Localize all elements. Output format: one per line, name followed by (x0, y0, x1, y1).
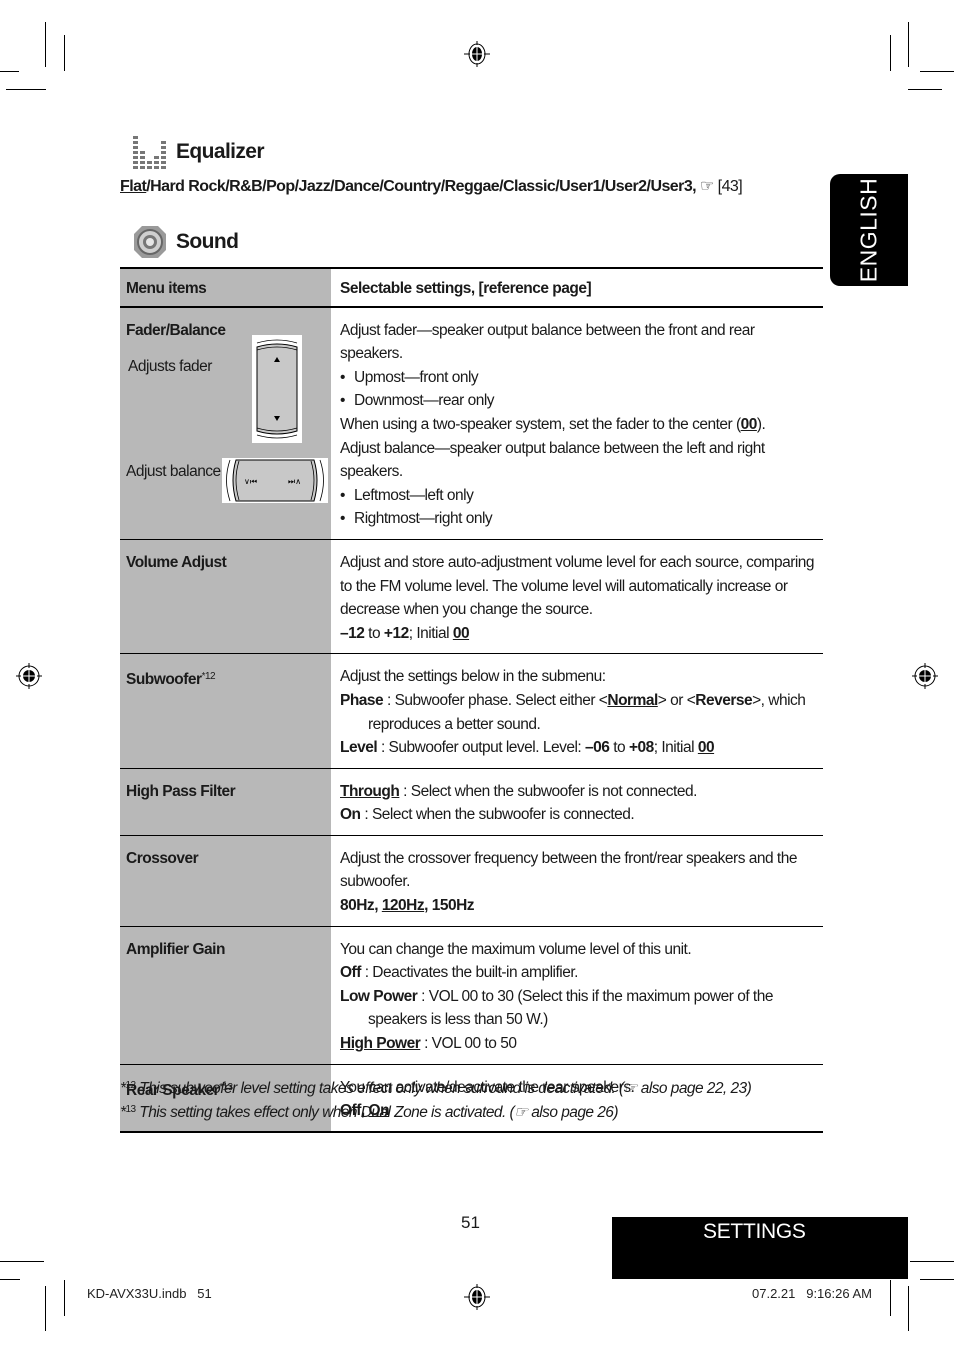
header-menu-items: Menu items (120, 267, 331, 308)
equalizer-bars-icon (133, 136, 166, 169)
menu-item-name: Volume Adjust (120, 539, 331, 655)
file-slug: KD-AVX33U.indb 51 (87, 1286, 212, 1301)
fader-description: Adjust fader—speaker output balance betw… (340, 321, 755, 363)
crop-mark (890, 35, 891, 71)
section-tab: SETTINGS (612, 1217, 908, 1279)
registration-mark-icon (464, 41, 490, 67)
registration-mark-icon (464, 1284, 490, 1310)
eq-option: User3 (650, 178, 693, 195)
page-number: 51 (461, 1213, 480, 1232)
eq-option: Hard Rock (150, 178, 226, 195)
adjusts-fader-label: Adjusts fader (128, 357, 212, 375)
crop-mark (920, 71, 954, 72)
registration-mark-icon (912, 663, 938, 689)
crop-mark (920, 1279, 954, 1280)
reference-pointer-icon: ☞ (699, 178, 714, 195)
language-tab: ENGLISH (830, 174, 908, 286)
menu-item-name: Amplifier Gain (120, 926, 331, 1065)
default-value: 00 (452, 624, 470, 642)
crop-mark (0, 1279, 20, 1280)
crop-mark (908, 1286, 909, 1331)
eq-option: Flat (120, 178, 147, 195)
crossover-options: 80Hz, 120Hz, 150Hz (340, 897, 475, 915)
footnote-ref: *12 (201, 671, 216, 683)
crop-mark (64, 35, 65, 71)
language-tab-label: ENGLISH (855, 177, 882, 283)
crop-mark (0, 71, 19, 72)
table-row-volume-adjust: Volume Adjust Adjust and store auto-adju… (120, 539, 823, 655)
off-option: Off : Deactivates the built-in amplifier… (340, 964, 578, 982)
menu-item-name: Subwoofer (126, 671, 202, 689)
default-value: Normal (607, 691, 658, 709)
default-value: 00 (740, 415, 758, 433)
footnote-12: *12 This subwoofer level setting takes e… (120, 1080, 752, 1097)
crop-mark (910, 1261, 954, 1262)
list-item: Rightmost—right only (340, 507, 815, 531)
speaker-icon (134, 226, 166, 258)
volume-description: Adjust and store auto-adjustment volume … (340, 553, 815, 619)
table-row-crossover: Crossover Adjust the crossover frequency… (120, 835, 823, 927)
eq-option: Reggae (444, 178, 500, 195)
crop-mark (908, 22, 909, 67)
two-speaker-note: When using a two-speaker system, set the… (340, 415, 766, 433)
volume-range: –12 to +12; Initial 00 (340, 624, 470, 642)
eq-option: Dance (334, 178, 380, 195)
eq-option: Pop (266, 178, 295, 195)
list-item: Downmost—rear only (340, 389, 815, 413)
amplifier-intro: You can change the maximum volume level … (340, 940, 692, 958)
table-header-row: Menu items Selectable settings, [referen… (120, 267, 823, 308)
section-tab-label: SETTINGS (703, 1220, 806, 1243)
sound-settings-table: Menu items Selectable settings, [referen… (120, 267, 823, 1133)
equalizer-heading: Equalizer (132, 135, 265, 169)
list-item: Upmost—front only (340, 366, 815, 390)
svg-text:⏭∧: ⏭∧ (288, 477, 301, 486)
table-row-amplifier-gain: Amplifier Gain You can change the maximu… (120, 926, 823, 1065)
table-row-fader-balance: Fader/Balance Adjusts fader Adjust balan… (120, 306, 823, 540)
fader-button-illustration-icon (252, 335, 302, 443)
eq-option: User2 (604, 178, 647, 195)
crop-mark (45, 1286, 46, 1331)
eq-option: R&B (229, 178, 263, 195)
menu-item-name: Crossover (120, 835, 331, 927)
header-settings: Selectable settings, [reference page] (331, 267, 823, 308)
balance-button-illustration-icon: ∨⏮ ⏭∧ (222, 458, 328, 503)
through-option: Through : Select when the subwoofer is n… (340, 782, 697, 800)
on-option: On : Select when the subwoofer is connec… (340, 806, 635, 824)
crop-mark (890, 1280, 891, 1316)
sound-title: Sound (176, 230, 239, 253)
subwoofer-intro: Adjust the settings below in the submenu… (340, 668, 606, 686)
sound-heading: Sound (132, 224, 239, 260)
timestamp-slug: 07.2.21 9:16:26 AM (752, 1286, 872, 1301)
adjust-balance-label: Adjust balance (126, 462, 221, 480)
registration-mark-icon (16, 663, 42, 689)
crop-mark (64, 1280, 65, 1316)
level-setting: Level : Subwoofer output level. Level: –… (340, 739, 715, 757)
eq-option: Country (383, 178, 441, 195)
default-value: 120Hz (381, 897, 425, 915)
crop-mark (908, 89, 942, 90)
high-power-option: High Power : VOL 00 to 50 (340, 1035, 517, 1053)
footnote-13: *13 This setting takes effect only when … (120, 1104, 619, 1121)
crop-mark (6, 89, 46, 90)
low-power-option: Low Power : VOL 00 to 30 (Select this if… (340, 987, 773, 1029)
table-row-high-pass-filter: High Pass Filter Through : Select when t… (120, 768, 823, 836)
svg-text:∨⏮: ∨⏮ (244, 477, 257, 486)
balance-description: Adjust balance—speaker output balance be… (340, 439, 765, 481)
crop-mark (45, 22, 46, 67)
eq-option: User1 (559, 178, 601, 195)
crossover-description: Adjust the crossover frequency between t… (340, 849, 797, 891)
list-item: Leftmost—left only (340, 484, 815, 508)
eq-option: Jazz (298, 178, 331, 195)
eq-option: Classic (503, 178, 556, 195)
reference-page: [43] (717, 178, 743, 195)
table-row-subwoofer: Subwoofer*12 Adjust the settings below i… (120, 653, 823, 769)
phase-setting: Phase : Subwoofer phase. Select either <… (340, 691, 806, 733)
equalizer-options: Flat/Hard Rock/R&B/Pop/Jazz/Dance/Countr… (120, 178, 743, 195)
menu-item-name: High Pass Filter (120, 768, 331, 836)
equalizer-title: Equalizer (176, 140, 265, 163)
crop-mark (0, 1261, 44, 1262)
default-value: 00 (697, 739, 715, 757)
